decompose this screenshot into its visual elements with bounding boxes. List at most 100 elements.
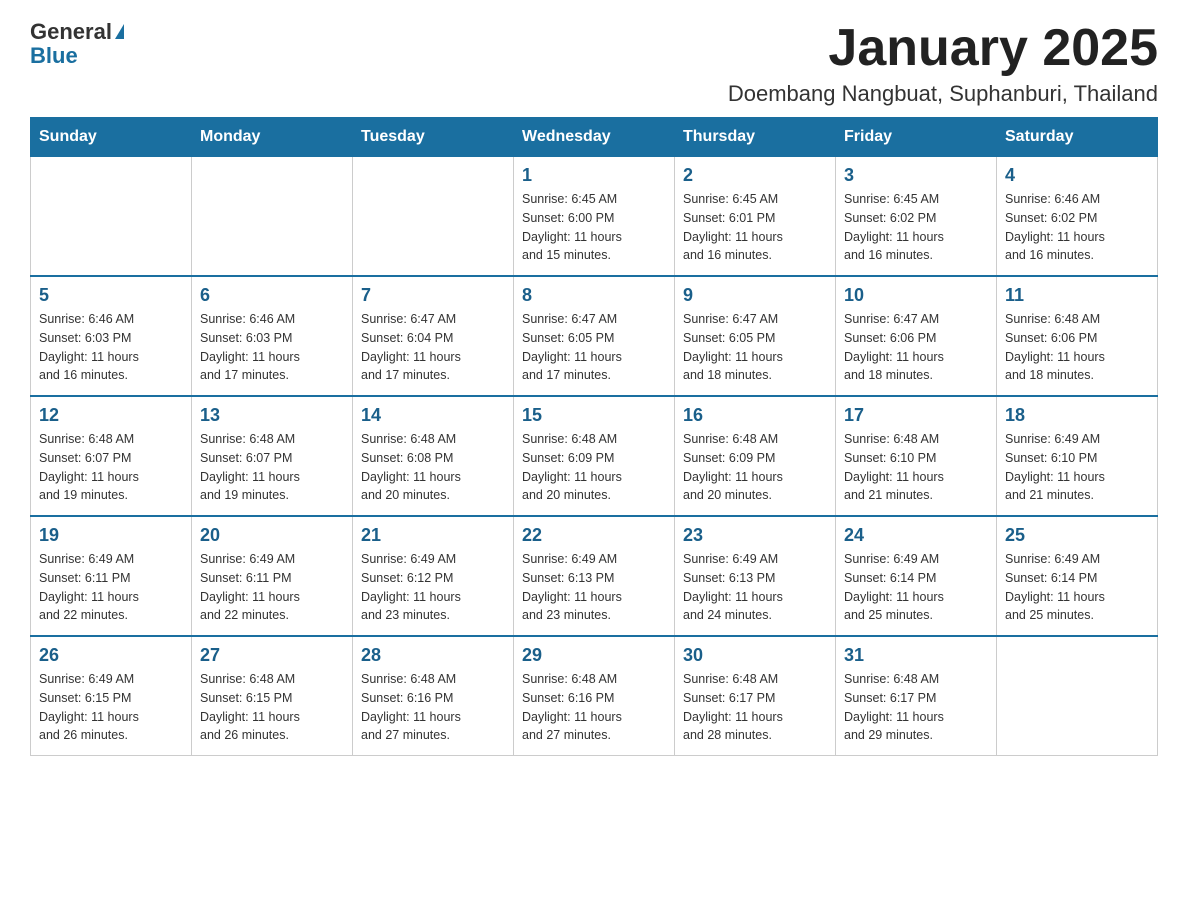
day-cell: 4 Sunrise: 6:46 AM Sunset: 6:02 PM Daylig… (997, 157, 1158, 277)
day-info: Sunrise: 6:48 AM Sunset: 6:17 PM Dayligh… (683, 670, 827, 745)
day-cell: 26 Sunrise: 6:49 AM Sunset: 6:15 PM Dayli… (31, 636, 192, 756)
header-cell-monday: Monday (192, 118, 353, 157)
week-row-3: 12 Sunrise: 6:48 AM Sunset: 6:07 PM Dayli… (31, 396, 1158, 516)
week-row-2: 5 Sunrise: 6:46 AM Sunset: 6:03 PM Daylig… (31, 276, 1158, 396)
day-number: 24 (844, 525, 988, 546)
day-cell: 23 Sunrise: 6:49 AM Sunset: 6:13 PM Dayli… (675, 516, 836, 636)
day-cell: 17 Sunrise: 6:48 AM Sunset: 6:10 PM Dayli… (836, 396, 997, 516)
day-cell: 8 Sunrise: 6:47 AM Sunset: 6:05 PM Daylig… (514, 276, 675, 396)
day-cell: 10 Sunrise: 6:47 AM Sunset: 6:06 PM Dayli… (836, 276, 997, 396)
day-cell: 22 Sunrise: 6:49 AM Sunset: 6:13 PM Dayli… (514, 516, 675, 636)
day-cell (31, 157, 192, 277)
day-number: 2 (683, 165, 827, 186)
day-cell: 14 Sunrise: 6:48 AM Sunset: 6:08 PM Dayli… (353, 396, 514, 516)
week-row-5: 26 Sunrise: 6:49 AM Sunset: 6:15 PM Dayli… (31, 636, 1158, 756)
day-cell: 27 Sunrise: 6:48 AM Sunset: 6:15 PM Dayli… (192, 636, 353, 756)
day-cell: 20Sunrise: 6:49 AM Sunset: 6:11 PM Dayli… (192, 516, 353, 636)
day-cell: 24Sunrise: 6:49 AM Sunset: 6:14 PM Dayli… (836, 516, 997, 636)
header-cell-saturday: Saturday (997, 118, 1158, 157)
day-info: Sunrise: 6:46 AM Sunset: 6:02 PM Dayligh… (1005, 190, 1149, 265)
day-cell (353, 157, 514, 277)
day-info: Sunrise: 6:45 AM Sunset: 6:01 PM Dayligh… (683, 190, 827, 265)
day-cell: 28Sunrise: 6:48 AM Sunset: 6:16 PM Dayli… (353, 636, 514, 756)
day-cell (997, 636, 1158, 756)
day-info: Sunrise: 6:48 AM Sunset: 6:07 PM Dayligh… (200, 430, 344, 505)
day-info: Sunrise: 6:49 AM Sunset: 6:13 PM Dayligh… (522, 550, 666, 625)
day-number: 21 (361, 525, 505, 546)
page-header: General Blue January 2025 Doembang Nangb… (30, 20, 1158, 107)
day-info: Sunrise: 6:47 AM Sunset: 6:06 PM Dayligh… (844, 310, 988, 385)
week-row-1: 1 Sunrise: 6:45 AM Sunset: 6:00 PM Daylig… (31, 157, 1158, 277)
day-info: Sunrise: 6:47 AM Sunset: 6:05 PM Dayligh… (522, 310, 666, 385)
day-number: 17 (844, 405, 988, 426)
day-cell: 25 Sunrise: 6:49 AM Sunset: 6:14 PM Dayli… (997, 516, 1158, 636)
day-info: Sunrise: 6:48 AM Sunset: 6:08 PM Dayligh… (361, 430, 505, 505)
day-cell: 5 Sunrise: 6:46 AM Sunset: 6:03 PM Daylig… (31, 276, 192, 396)
day-number: 10 (844, 285, 988, 306)
day-info: Sunrise: 6:49 AM Sunset: 6:12 PM Dayligh… (361, 550, 505, 625)
day-number: 18 (1005, 405, 1149, 426)
day-number: 12 (39, 405, 183, 426)
day-cell: 7 Sunrise: 6:47 AM Sunset: 6:04 PM Daylig… (353, 276, 514, 396)
day-number: 14 (361, 405, 505, 426)
day-info: Sunrise: 6:45 AM Sunset: 6:00 PM Dayligh… (522, 190, 666, 265)
day-cell: 29 Sunrise: 6:48 AM Sunset: 6:16 PM Dayli… (514, 636, 675, 756)
day-number: 3 (844, 165, 988, 186)
day-info: Sunrise: 6:49 AM Sunset: 6:14 PM Dayligh… (1005, 550, 1149, 625)
day-info: Sunrise: 6:48 AM Sunset: 6:06 PM Dayligh… (1005, 310, 1149, 385)
day-number: 7 (361, 285, 505, 306)
calendar-table: SundayMondayTuesdayWednesdayThursdayFrid… (30, 117, 1158, 756)
day-cell: 16 Sunrise: 6:48 AM Sunset: 6:09 PM Dayli… (675, 396, 836, 516)
day-info: Sunrise: 6:46 AM Sunset: 6:03 PM Dayligh… (39, 310, 183, 385)
day-number: 4 (1005, 165, 1149, 186)
day-number: 22 (522, 525, 666, 546)
day-number: 16 (683, 405, 827, 426)
day-number: 26 (39, 645, 183, 666)
day-number: 6 (200, 285, 344, 306)
day-number: 25 (1005, 525, 1149, 546)
day-info: Sunrise: 6:49 AM Sunset: 6:13 PM Dayligh… (683, 550, 827, 625)
day-info: Sunrise: 6:48 AM Sunset: 6:16 PM Dayligh… (522, 670, 666, 745)
day-cell: 1 Sunrise: 6:45 AM Sunset: 6:00 PM Daylig… (514, 157, 675, 277)
header-cell-sunday: Sunday (31, 118, 192, 157)
day-number: 1 (522, 165, 666, 186)
day-info: Sunrise: 6:48 AM Sunset: 6:17 PM Dayligh… (844, 670, 988, 745)
day-info: Sunrise: 6:48 AM Sunset: 6:07 PM Dayligh… (39, 430, 183, 505)
day-info: Sunrise: 6:47 AM Sunset: 6:04 PM Dayligh… (361, 310, 505, 385)
day-cell: 15Sunrise: 6:48 AM Sunset: 6:09 PM Dayli… (514, 396, 675, 516)
day-number: 23 (683, 525, 827, 546)
day-cell: 9Sunrise: 6:47 AM Sunset: 6:05 PM Daylig… (675, 276, 836, 396)
day-number: 27 (200, 645, 344, 666)
day-number: 5 (39, 285, 183, 306)
day-info: Sunrise: 6:48 AM Sunset: 6:15 PM Dayligh… (200, 670, 344, 745)
header-cell-thursday: Thursday (675, 118, 836, 157)
day-number: 29 (522, 645, 666, 666)
logo: General Blue (30, 20, 124, 69)
day-number: 11 (1005, 285, 1149, 306)
day-info: Sunrise: 6:49 AM Sunset: 6:15 PM Dayligh… (39, 670, 183, 745)
day-cell: 30 Sunrise: 6:48 AM Sunset: 6:17 PM Dayli… (675, 636, 836, 756)
day-info: Sunrise: 6:48 AM Sunset: 6:16 PM Dayligh… (361, 670, 505, 745)
header-row: SundayMondayTuesdayWednesdayThursdayFrid… (31, 118, 1158, 157)
day-cell: 6Sunrise: 6:46 AM Sunset: 6:03 PM Daylig… (192, 276, 353, 396)
header-cell-wednesday: Wednesday (514, 118, 675, 157)
day-number: 30 (683, 645, 827, 666)
day-info: Sunrise: 6:48 AM Sunset: 6:09 PM Dayligh… (683, 430, 827, 505)
day-info: Sunrise: 6:49 AM Sunset: 6:11 PM Dayligh… (39, 550, 183, 625)
day-cell: 21 Sunrise: 6:49 AM Sunset: 6:12 PM Dayli… (353, 516, 514, 636)
day-number: 8 (522, 285, 666, 306)
logo-general: General (30, 20, 112, 44)
day-cell: 13 Sunrise: 6:48 AM Sunset: 6:07 PM Dayli… (192, 396, 353, 516)
header-cell-friday: Friday (836, 118, 997, 157)
logo-blue: Blue (30, 43, 78, 68)
day-info: Sunrise: 6:49 AM Sunset: 6:11 PM Dayligh… (200, 550, 344, 625)
day-number: 9 (683, 285, 827, 306)
calendar-subtitle: Doembang Nangbuat, Suphanburi, Thailand (728, 81, 1158, 107)
day-cell: 12 Sunrise: 6:48 AM Sunset: 6:07 PM Dayli… (31, 396, 192, 516)
day-cell: 19Sunrise: 6:49 AM Sunset: 6:11 PM Dayli… (31, 516, 192, 636)
day-number: 13 (200, 405, 344, 426)
day-cell: 11 Sunrise: 6:48 AM Sunset: 6:06 PM Dayli… (997, 276, 1158, 396)
day-info: Sunrise: 6:45 AM Sunset: 6:02 PM Dayligh… (844, 190, 988, 265)
day-info: Sunrise: 6:48 AM Sunset: 6:10 PM Dayligh… (844, 430, 988, 505)
day-cell (192, 157, 353, 277)
